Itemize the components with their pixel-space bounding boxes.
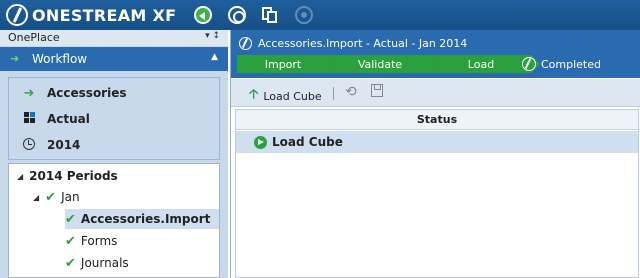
workflow-arrow-icon: ➜	[10, 52, 20, 65]
check-icon: ✔	[45, 189, 57, 205]
onestream-logo-icon	[6, 4, 28, 26]
tree-root-label: 2014 Periods	[29, 169, 118, 183]
step-load[interactable]: Load	[431, 55, 540, 73]
status-grid: Status Load Cube	[235, 109, 639, 278]
tree-child-label: Journals	[80, 256, 129, 270]
step-validate-label: Validate	[357, 57, 403, 71]
workflow-header: Accessories.Import - Actual - Jan 2014 I…	[231, 30, 640, 78]
step-completed-label: Completed	[541, 57, 601, 71]
workflow-tree: ◢ 2014 Periods ◢ ✔ Jan ✔ Accessories.Imp…	[8, 163, 220, 278]
step-import-label: Import	[264, 57, 302, 71]
pov-scenario[interactable]: Actual	[9, 107, 219, 131]
copy-pages-icon[interactable]	[261, 6, 279, 24]
workflow-label: Workflow	[32, 52, 88, 66]
tree-node-jan[interactable]: ◢ ✔ Jan	[33, 187, 80, 207]
workflow-main-panel: Accessories.Import - Actual - Jan 2014 I…	[230, 30, 640, 278]
workflow-title: Accessories.Import - Actual - Jan 2014	[239, 37, 467, 50]
oneplace-panel: OnePlace ▾ ↕ ➜ Workflow ▲ ➜ Accessories …	[0, 30, 228, 278]
step-import[interactable]: Import	[237, 55, 338, 73]
logo-text: ONESTREAM XF	[32, 5, 177, 25]
tree-node-2014-periods[interactable]: ◢ 2014 Periods	[17, 166, 118, 186]
status-column-header[interactable]: Status	[236, 110, 638, 130]
settings-icon[interactable]	[228, 6, 246, 24]
up-arrow-icon: 🡡	[249, 87, 259, 102]
workflow-toolbar: 🡡 Load Cube ⟲	[231, 79, 640, 107]
workflow-section-header[interactable]: ➜ Workflow ▲	[0, 47, 228, 71]
oneplace-title: OnePlace	[8, 31, 60, 44]
tree-node-journals[interactable]: ✔ Journals	[65, 253, 129, 273]
back-arrow-icon[interactable]	[194, 6, 212, 24]
step-validate[interactable]: Validate	[329, 55, 440, 73]
onestream-small-icon	[239, 37, 252, 50]
cube-icon	[21, 112, 37, 126]
status-row[interactable]: Load Cube	[236, 131, 638, 153]
expand-triangle-icon[interactable]: ◢	[17, 172, 23, 181]
onestream-logo: ONESTREAM XF	[6, 3, 176, 27]
green-arrow-icon: ➜	[23, 85, 35, 101]
tree-child-label: Accessories.Import	[80, 212, 211, 226]
pov-time[interactable]: 2014	[9, 133, 219, 157]
step-load-label: Load	[467, 57, 495, 71]
pin-controls-icon[interactable]: ▾ ↕	[205, 31, 220, 41]
pov-entity-label: Accessories	[47, 86, 127, 100]
save-icon[interactable]	[371, 84, 383, 97]
refresh-icon[interactable]: ⟲	[345, 84, 357, 100]
pov-entity[interactable]: ➜ Accessories	[9, 81, 219, 105]
app-top-bar: ONESTREAM XF	[0, 0, 640, 30]
play-circle-icon	[254, 135, 267, 149]
completed-logo-icon	[522, 57, 536, 71]
tree-node-accessories-import[interactable]: ✔ Accessories.Import	[65, 209, 219, 229]
tree-node-forms[interactable]: ✔ Forms	[65, 231, 117, 251]
disabled-circle-icon[interactable]	[295, 6, 313, 24]
workflow-pov-box: ➜ Accessories Actual 2014	[8, 77, 220, 160]
check-icon: ✔	[65, 255, 76, 271]
tree-period-label: Jan	[61, 190, 80, 204]
load-cube-button-label: Load Cube	[263, 89, 322, 103]
check-icon: ✔	[65, 233, 76, 249]
tree-child-label: Forms	[80, 234, 118, 248]
pov-scenario-label: Actual	[47, 112, 90, 126]
collapse-caret-icon[interactable]: ▲	[211, 52, 218, 62]
check-icon: ✔	[65, 211, 76, 227]
toolbar-divider	[333, 87, 334, 100]
expand-triangle-icon[interactable]: ◢	[33, 193, 39, 202]
status-row-label: Load Cube	[272, 135, 343, 149]
clock-icon	[21, 137, 37, 153]
pov-time-label: 2014	[47, 138, 81, 152]
oneplace-header: OnePlace ▾ ↕	[0, 30, 228, 46]
load-cube-button[interactable]: 🡡 Load Cube	[249, 85, 322, 107]
workflow-title-text: Accessories.Import - Actual - Jan 2014	[258, 37, 468, 50]
workflow-steps: Import Validate Load Completed	[237, 55, 637, 73]
